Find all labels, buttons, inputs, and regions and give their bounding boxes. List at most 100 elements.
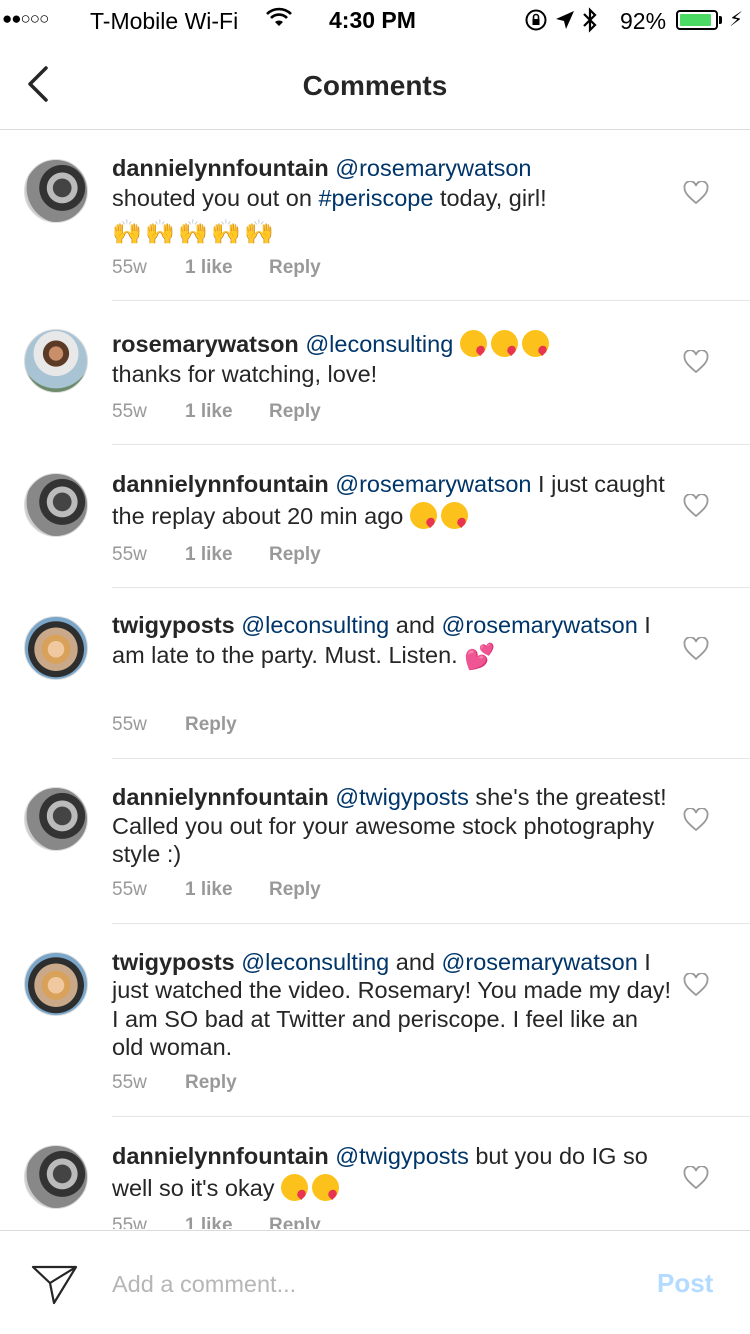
comment-timestamp: 55w [112,544,147,565]
comment-likes-link[interactable]: 1 like [185,1215,269,1229]
comment-input[interactable] [112,1267,632,1301]
comment-username[interactable]: dannielynnfountain [112,155,329,181]
comment-meta: 55w 1 like Reply [112,879,321,901]
two-hearts-emoji-icon: 💕 [464,642,496,671]
comment-body-joiner: and [389,612,442,638]
battery-icon [676,10,718,30]
comment-mention[interactable]: @leconsulting [241,949,389,975]
comment-timestamp: 55w [112,401,147,422]
comment-item: rosemarywatson @leconsulting thanks for … [0,301,750,445]
comment-mention-secondary[interactable]: @rosemarywatson [442,612,638,638]
reply-button[interactable]: Reply [185,1072,237,1094]
avatar[interactable] [24,473,88,537]
comment-item: dannielynnfountain @twigyposts but you d… [0,1117,750,1229]
rotation-lock-icon [525,9,547,31]
paper-plane-icon [31,1265,78,1305]
comment-likes-link[interactable]: 1 like [185,544,269,566]
comment-username[interactable]: dannielynnfountain [112,1143,329,1169]
heart-icon[interactable] [683,350,709,374]
comment-username[interactable]: twigyposts [112,612,235,638]
comment-text: dannielynnfountain @twigyposts but you d… [112,1140,672,1204]
comment-mention[interactable]: @leconsulting [305,331,453,357]
heart-icon[interactable] [683,637,709,661]
comment-likes-link[interactable]: 1 like [185,879,269,901]
raised-hands-emoji-icon: 🙌 [211,219,241,246]
raised-hands-emoji-group: 🙌 🙌 🙌 🙌 🙌 [112,215,277,246]
avatar[interactable] [24,616,88,680]
comment-mention-secondary[interactable]: @rosemarywatson [442,949,638,975]
battery-fill [680,14,712,26]
post-button[interactable]: Post [657,1268,713,1299]
comment-body-joiner: and [389,949,442,975]
comment-mention[interactable]: @rosemarywatson [335,155,531,181]
heart-icon[interactable] [683,973,709,997]
signal-strength-icon: ●●○○○ [2,9,49,28]
comment-item: dannielynnfountain @rosemarywatson I jus… [0,445,750,588]
comment-meta: 55w 1 like Reply [112,257,321,279]
comment-meta: 55w 1 like Reply [112,1215,321,1229]
comment-likes-link[interactable]: 1 like [185,401,269,423]
comment-timestamp: 55w [112,1072,147,1093]
bluetooth-icon [583,7,597,33]
raised-hands-emoji-icon: 🙌 [145,219,175,246]
heart-icon[interactable] [683,808,709,832]
comment-item: dannielynnfountain @rosemarywatson shout… [0,131,750,301]
kissing-face-emoji-icon [281,1174,309,1201]
comment-mention[interactable]: @rosemarywatson [335,471,531,497]
status-bar: ●●○○○ T-Mobile Wi-Fi 4:30 PM 92% ⚡ [0,0,750,40]
reply-button[interactable]: Reply [269,879,321,901]
raised-hands-emoji-icon: 🙌 [178,219,208,246]
comment-meta: 55w Reply [112,714,237,736]
comment-mention[interactable]: @twigyposts [335,1143,469,1169]
reply-button[interactable]: Reply [269,257,321,279]
comment-mention[interactable]: @twigyposts [335,784,469,810]
battery-tip [719,16,722,24]
avatar[interactable] [24,329,88,393]
comment-body: thanks for watching, love! [112,361,378,387]
comment-username[interactable]: rosemarywatson [112,331,299,357]
comment-text: rosemarywatson @leconsulting thanks for … [112,329,672,389]
navigation-bar: Comments [0,40,750,130]
reply-button[interactable]: Reply [269,544,321,566]
comment-timestamp: 55w [112,714,147,735]
raised-hands-emoji-icon: 🙌 [244,219,274,246]
heart-icon[interactable] [683,1166,709,1190]
comment-timestamp: 55w [112,1215,147,1229]
comment-username[interactable]: dannielynnfountain [112,784,329,810]
comment-composer: Post [0,1230,750,1334]
page-title: Comments [302,70,448,101]
kissing-face-emoji-icon [409,502,437,529]
location-arrow-icon [556,11,574,29]
avatar[interactable] [24,787,88,851]
comment-timestamp: 55w [112,879,147,900]
comment-meta: 55w 1 like Reply [112,401,321,423]
comment-hashtag[interactable]: #periscope [318,185,433,211]
comment-text: twigyposts @leconsulting and @rosemarywa… [112,611,672,672]
status-icons [524,7,598,33]
kissing-face-emoji-icon [459,330,487,357]
comment-likes-link[interactable]: 1 like [185,257,269,279]
clock: 4:30 PM [329,7,416,33]
carrier-name: T-Mobile Wi-Fi [90,8,239,34]
comment-item: twigyposts @leconsulting and @rosemarywa… [0,924,750,1117]
comment-mention[interactable]: @leconsulting [241,612,389,638]
comments-list[interactable]: dannielynnfountain @rosemarywatson shout… [0,131,750,1229]
avatar[interactable] [24,159,88,223]
comment-body-end: today, girl! [433,185,547,211]
charging-bolt-icon: ⚡ [729,9,744,31]
heart-icon[interactable] [683,494,709,518]
avatar[interactable] [24,1145,88,1209]
comment-item: twigyposts @leconsulting and @rosemarywa… [0,588,750,759]
reply-button[interactable]: Reply [185,714,237,736]
comment-username[interactable]: dannielynnfountain [112,471,329,497]
comment-meta: 55w Reply [112,1072,237,1094]
avatar[interactable] [24,952,88,1016]
reply-button[interactable]: Reply [269,1215,321,1229]
comment-username[interactable]: twigyposts [112,949,235,975]
reply-button[interactable]: Reply [269,401,321,423]
comment-body: shouted you out on [112,185,319,211]
send-direct-button[interactable] [30,1259,80,1307]
heart-icon[interactable] [683,181,709,205]
comment-item: dannielynnfountain @twigyposts she's the… [0,759,750,924]
kissing-face-emoji-icon [312,1174,340,1201]
